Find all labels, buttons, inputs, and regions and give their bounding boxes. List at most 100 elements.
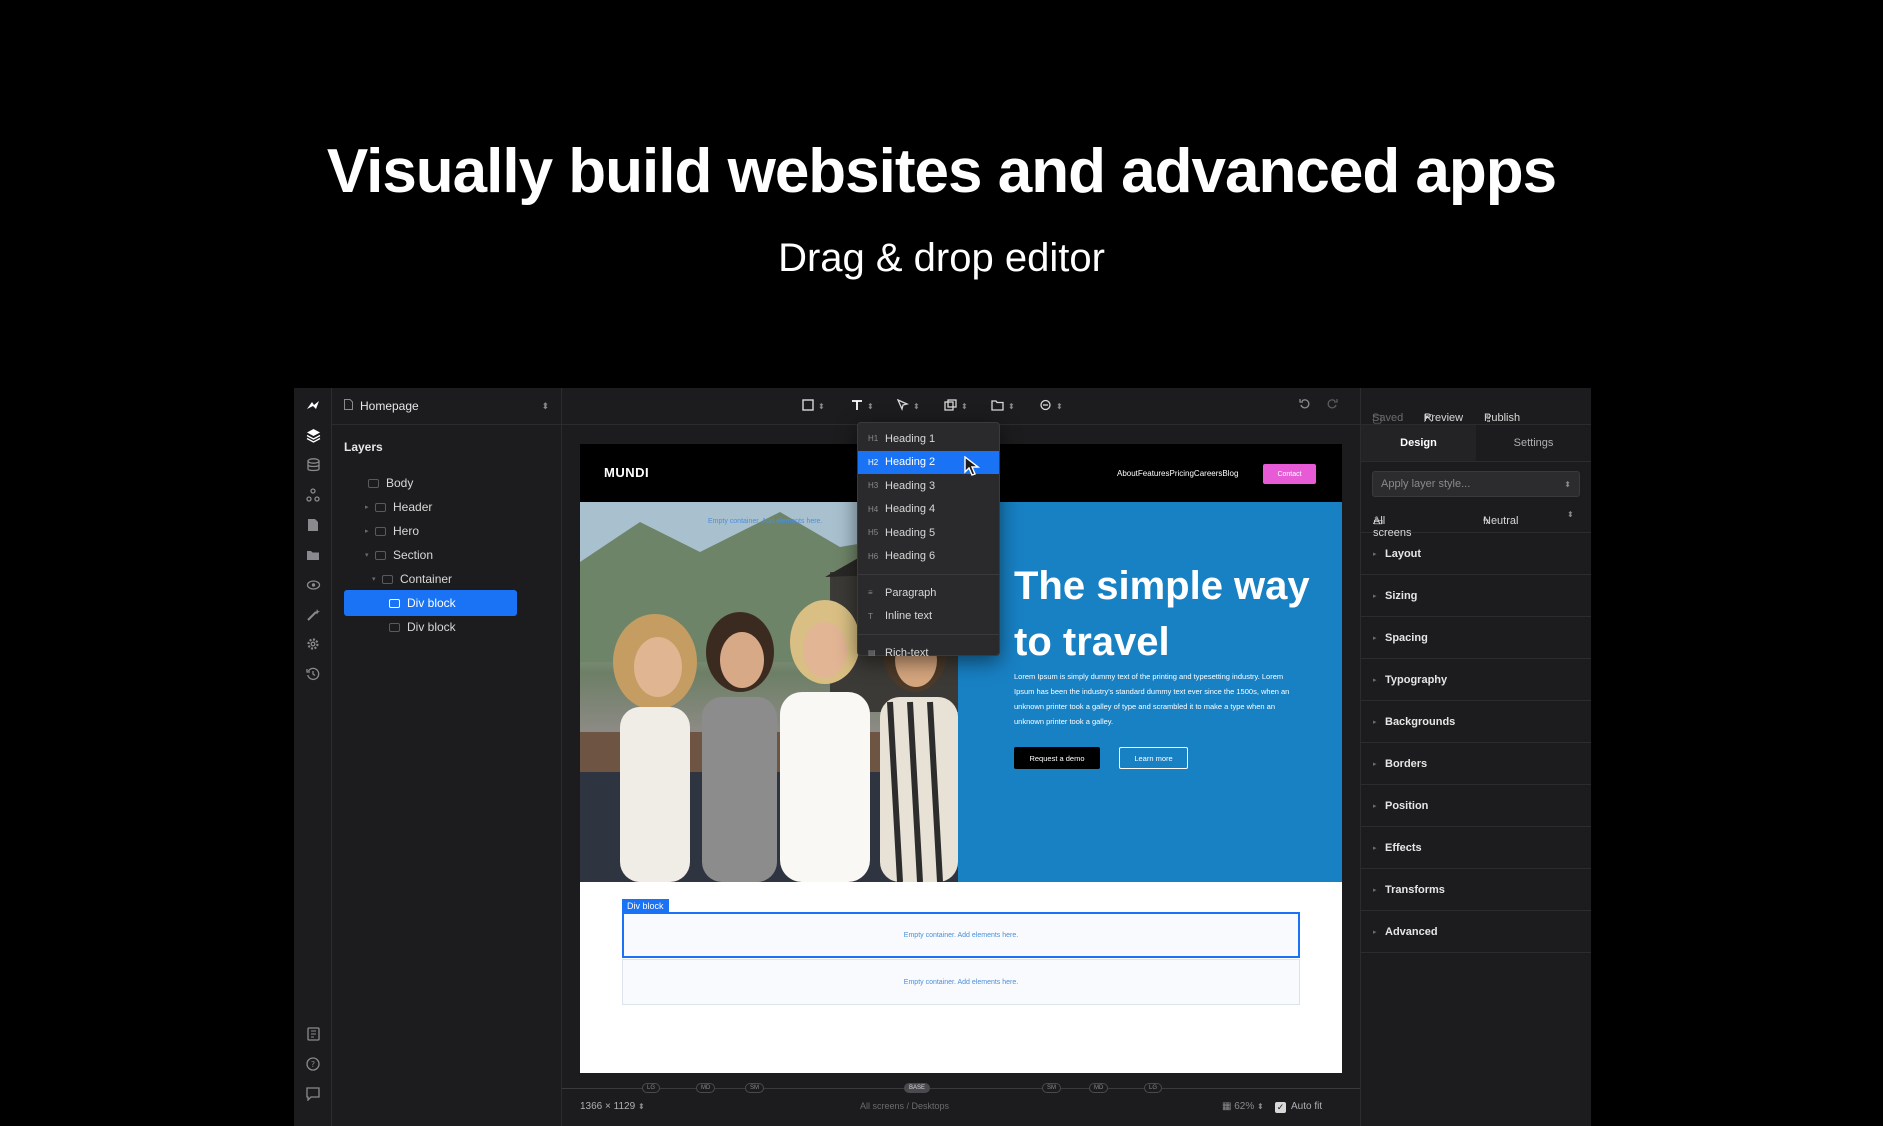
select-tool[interactable]: ⬍	[896, 398, 920, 415]
rich-text-icon: ▤	[868, 648, 876, 658]
contact-button[interactable]: Contact	[1263, 464, 1316, 484]
layer-item-selected[interactable]: Div block	[344, 590, 517, 616]
section-borders[interactable]: ▸ Borders	[1361, 743, 1591, 785]
caret-right-icon: ▸	[1373, 634, 1377, 642]
assets-folder-icon[interactable]	[303, 545, 323, 565]
interactions-icon[interactable]	[303, 575, 323, 595]
layers-icon[interactable]	[303, 425, 323, 445]
section-label: Spacing	[1385, 631, 1428, 644]
panel-tabs: Design Settings	[1361, 425, 1591, 462]
autofit-label: Auto fit	[1291, 1101, 1323, 1112]
caret-right-icon: ▸	[1373, 676, 1377, 684]
hero-paragraph[interactable]: Lorem Ipsum is simply dummy text of the …	[1014, 669, 1290, 729]
layer-label: Header	[393, 500, 433, 514]
hero-heading[interactable]: The simple way to travel	[1014, 558, 1314, 670]
breakpoint-marker-sm[interactable]: SM	[1042, 1083, 1061, 1093]
layer-item[interactable]: ▸ Hero	[332, 518, 550, 544]
page-selector[interactable]: Homepage ⬍	[332, 388, 561, 425]
section-label: Effects	[1385, 841, 1422, 854]
checkbox-checked-icon: ✓	[1275, 1102, 1286, 1113]
request-demo-button[interactable]: Request a demo	[1014, 747, 1100, 769]
section-backgrounds[interactable]: ▸ Backgrounds	[1361, 701, 1591, 743]
layer-style-select[interactable]: Apply layer style... ⬍	[1372, 471, 1580, 497]
menu-item-rich-text[interactable]: ▤ Rich-text	[858, 641, 999, 665]
breakpoint-marker-base[interactable]: BASE	[904, 1083, 931, 1093]
history-icon[interactable]	[303, 664, 323, 684]
chat-icon[interactable]	[303, 1084, 323, 1104]
updown-chevron-icon: ⬍	[1564, 479, 1571, 489]
breakpoint-marker-lg[interactable]: LG	[642, 1083, 661, 1093]
heading-level-tag: H1	[868, 434, 879, 444]
caret-right-icon: ▸	[1373, 592, 1377, 600]
autofit-toggle[interactable]: ✓ Auto fit	[1275, 1101, 1322, 1113]
components-icon[interactable]	[303, 485, 323, 505]
breakpoint-marker-sm[interactable]: SM	[745, 1083, 764, 1093]
layer-item[interactable]: ▾ Section	[332, 542, 550, 568]
caret-right-icon[interactable]: ▸	[365, 527, 375, 535]
layer-item[interactable]: ▾ Container	[332, 566, 550, 592]
section-typography[interactable]: ▸ Typography	[1361, 659, 1591, 701]
help-icon[interactable]: ?	[303, 1054, 323, 1074]
tab-settings[interactable]: Settings	[1476, 425, 1591, 461]
frame-tool[interactable]: ⬍	[802, 398, 825, 415]
undo-icon[interactable]	[1299, 398, 1311, 413]
pages-icon[interactable]	[303, 515, 323, 535]
site-nav-links[interactable]: AboutFeaturesPricingCareersBlog	[1117, 469, 1238, 478]
layer-item[interactable]: ▸ Header	[332, 494, 550, 520]
section-spacing[interactable]: ▸ Spacing	[1361, 617, 1591, 659]
text-tool[interactable]: ⬍	[851, 398, 874, 415]
section-transforms[interactable]: ▸ Transforms	[1361, 869, 1591, 911]
zoom-control[interactable]: ▦ 62% ⬍	[1222, 1101, 1264, 1112]
link-tool[interactable]: ⬍	[1039, 398, 1063, 415]
layer-item[interactable]: Div block	[332, 614, 550, 640]
menu-item-heading-5[interactable]: H5 Heading 5	[858, 521, 999, 545]
caret-right-icon[interactable]: ▸	[365, 503, 375, 511]
text-icon	[851, 399, 863, 414]
link-icon	[1039, 399, 1052, 414]
style-sections: ▸ Layout ▸ Sizing ▸ Spacing ▸ Typography ▸ Backgr…	[1361, 533, 1591, 953]
settings-gear-icon[interactable]	[303, 634, 323, 654]
site-brand[interactable]: MUNDI	[604, 465, 649, 480]
tab-design[interactable]: Design	[1361, 425, 1476, 461]
section-sizing[interactable]: ▸ Sizing	[1361, 575, 1591, 617]
section-advanced[interactable]: ▸ Advanced	[1361, 911, 1591, 953]
menu-item-heading-1[interactable]: H1 Heading 1	[858, 427, 999, 451]
updown-chevron-icon: ⬍	[541, 400, 549, 411]
div-block-selected[interactable]: Empty container. Add elements here.	[622, 912, 1300, 958]
caret-down-icon[interactable]: ▾	[365, 551, 375, 559]
editor-window: ? Homepage ⬍ Layers Body ▸ Header ▸ Hero ▾ Sec…	[294, 388, 1591, 1126]
section-effects[interactable]: ▸ Effects	[1361, 827, 1591, 869]
database-icon[interactable]	[303, 455, 323, 475]
docs-icon[interactable]	[303, 1024, 323, 1044]
breakpoint-marker-md[interactable]: MD	[1089, 1083, 1109, 1093]
menu-item-heading-6[interactable]: H6 Heading 6	[858, 545, 999, 569]
menu-item-heading-4[interactable]: H4 Heading 4	[858, 498, 999, 522]
canvas-dimensions[interactable]: 1366 × 1129 ⬍	[580, 1101, 645, 1112]
redo-icon[interactable]	[1326, 398, 1338, 413]
magic-wand-icon[interactable]	[303, 605, 323, 625]
section-position[interactable]: ▸ Position	[1361, 785, 1591, 827]
shapes-tool[interactable]: ⬍	[944, 398, 968, 415]
menu-item-paragraph[interactable]: ≡ Paragraph	[858, 581, 999, 605]
icon-rail: ?	[294, 388, 332, 1126]
learn-more-button[interactable]: Learn more	[1119, 747, 1188, 769]
breakpoint-marker-md[interactable]: MD	[696, 1083, 716, 1093]
section-layout[interactable]: ▸ Layout	[1361, 533, 1591, 575]
heading-level-tag: H6	[868, 551, 879, 561]
folder-tool[interactable]: ⬍	[991, 398, 1015, 415]
element-box-icon	[368, 478, 379, 488]
div-block[interactable]: Empty container. Add elements here.	[622, 959, 1300, 1005]
app-logo-icon[interactable]	[303, 397, 323, 417]
section-label: Typography	[1385, 673, 1448, 686]
caret-right-icon: ▸	[1373, 760, 1377, 768]
section-label: Sizing	[1385, 589, 1418, 602]
section-label: Borders	[1385, 757, 1428, 770]
menu-item-inline-text[interactable]: T Inline text	[858, 605, 999, 629]
canvas-toolbar: ⬍ ⬍ ⬍ ⬍ ⬍ ⬍	[562, 388, 1360, 425]
layer-style-placeholder: Apply layer style...	[1381, 478, 1471, 490]
caret-down-icon[interactable]: ▾	[372, 575, 382, 583]
heading-level-tag: H2	[868, 457, 879, 467]
breakpoint-marker-lg[interactable]: LG	[1144, 1083, 1163, 1093]
layer-item[interactable]: Body	[332, 470, 550, 496]
publish-bar: ▢ Saved ⇱ Preview ⇪ Publish ⬍	[1361, 388, 1591, 425]
